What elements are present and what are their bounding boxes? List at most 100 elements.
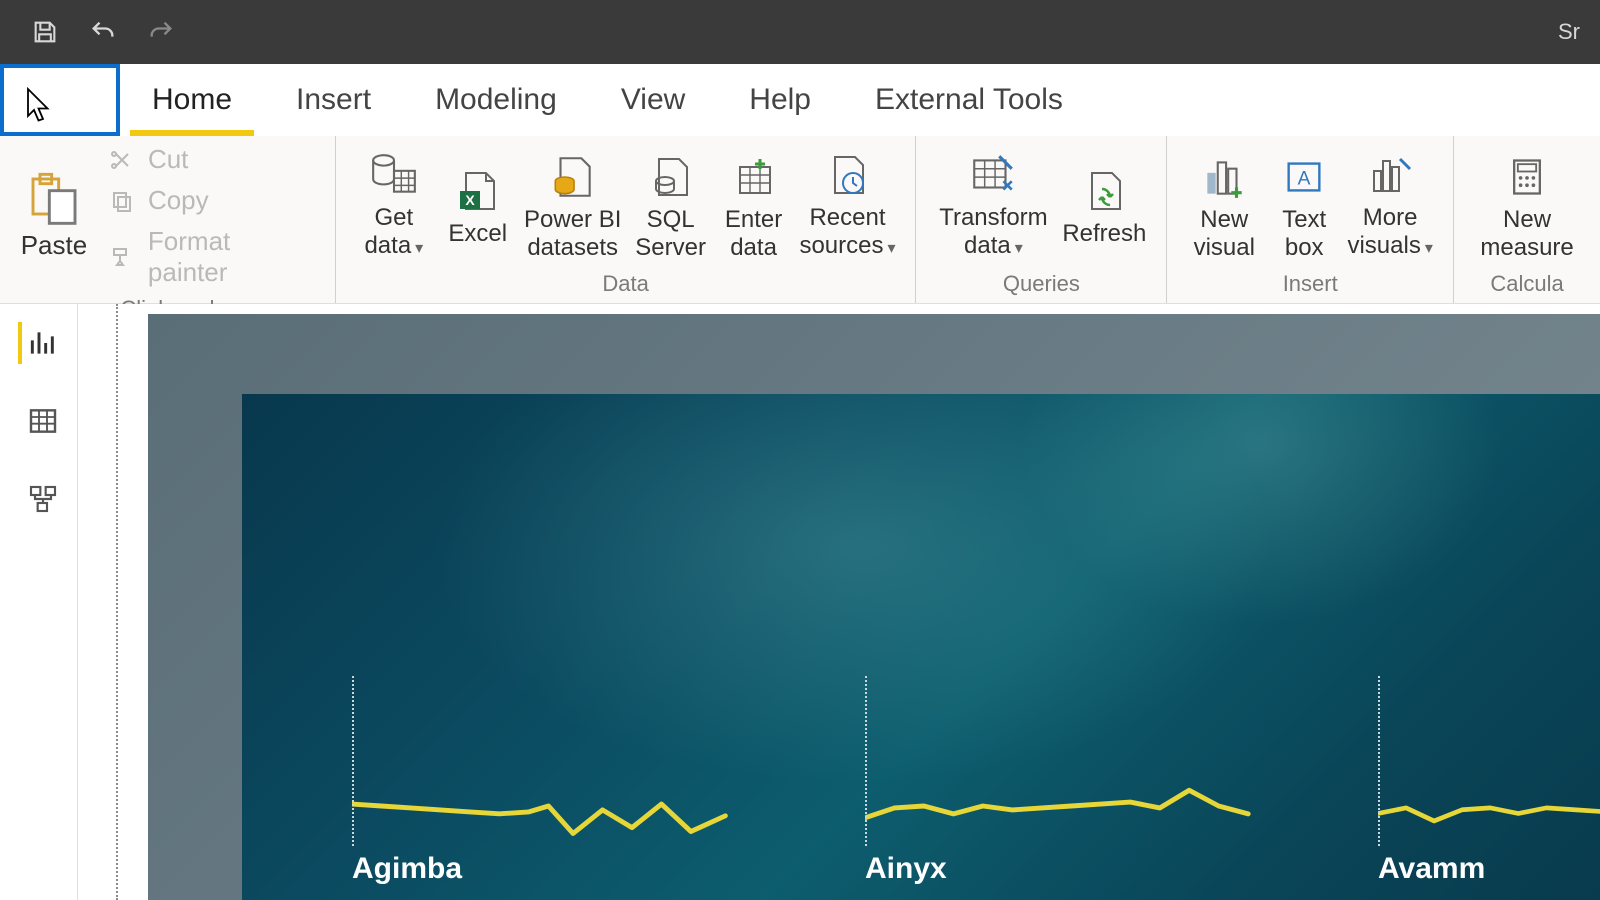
refresh-button[interactable]: Refresh — [1060, 160, 1148, 248]
cut-icon — [108, 146, 136, 174]
cut-button[interactable]: Cut — [108, 144, 317, 175]
tab-view[interactable]: View — [589, 64, 717, 136]
gridline-icon — [352, 676, 354, 846]
excel-icon: X — [454, 166, 502, 216]
tab-label: Home — [152, 83, 232, 117]
more-visuals-icon — [1366, 150, 1414, 200]
ribbon: Paste Cut Copy Format painter Clipboard — [0, 136, 1600, 304]
titlebar-right-text: Sr — [1558, 19, 1580, 45]
group-label: Data — [336, 271, 916, 303]
data-view-icon — [27, 405, 59, 437]
save-icon — [31, 18, 59, 46]
group-label: Queries — [916, 271, 1166, 303]
redo-button[interactable] — [136, 12, 186, 52]
tab-label: Help — [749, 83, 811, 117]
btn-label: Excel — [448, 220, 507, 248]
workspace: Agimba Ainyx Avamm — [0, 304, 1600, 900]
refresh-icon — [1080, 166, 1128, 216]
svg-text:X: X — [465, 192, 475, 208]
ruler-guide — [116, 304, 118, 900]
sparkline-avamm[interactable]: Avamm — [1378, 766, 1600, 886]
group-calculations: New measure Calcula — [1454, 136, 1600, 303]
text-box-button[interactable]: A Text box — [1271, 146, 1337, 262]
format-painter-label: Format painter — [148, 226, 317, 288]
transform-icon — [967, 150, 1019, 200]
group-label: Calcula — [1454, 271, 1600, 303]
sparkline-label: Avamm — [1378, 852, 1600, 886]
tab-modeling[interactable]: Modeling — [403, 64, 589, 136]
save-button[interactable] — [20, 12, 70, 52]
btn-label: Recent sources — [799, 204, 885, 259]
tab-insert[interactable]: Insert — [264, 64, 403, 136]
report-view-icon — [27, 327, 59, 359]
tab-external-tools[interactable]: External Tools — [843, 64, 1095, 136]
file-tab[interactable] — [0, 64, 120, 136]
copy-button[interactable]: Copy — [108, 185, 317, 216]
report-canvas-bg: Agimba Ainyx Avamm — [148, 314, 1600, 900]
cut-label: Cut — [148, 144, 188, 175]
btn-label: Transform data — [939, 204, 1047, 259]
paste-label: Paste — [21, 230, 88, 261]
tab-help[interactable]: Help — [717, 64, 843, 136]
report-view-button[interactable] — [18, 322, 60, 364]
view-switcher — [0, 304, 78, 900]
new-visual-button[interactable]: New visual — [1185, 146, 1263, 262]
tab-label: Insert — [296, 83, 371, 117]
svg-text:A: A — [1298, 168, 1311, 189]
btn-label: Get data — [364, 204, 413, 259]
paste-button[interactable]: Paste — [18, 172, 90, 261]
transform-data-button[interactable]: Transform data — [934, 144, 1052, 263]
database-grid-icon — [366, 150, 422, 200]
pbi-datasets-icon — [547, 152, 599, 202]
text-box-icon: A — [1280, 154, 1328, 200]
tab-home[interactable]: Home — [120, 64, 264, 136]
canvas-area[interactable]: Agimba Ainyx Avamm — [78, 304, 1600, 900]
pbi-datasets-button[interactable]: Power BI datasets — [522, 146, 624, 262]
format-painter-icon — [108, 243, 136, 271]
group-clipboard: Paste Cut Copy Format painter Clipboard — [0, 136, 336, 303]
ribbon-tabs: Home Insert Modeling View Help External … — [0, 64, 1600, 136]
get-data-button[interactable]: Get data — [354, 144, 434, 263]
more-visuals-button[interactable]: More visuals — [1345, 144, 1435, 263]
btn-label: Enter data — [725, 206, 782, 262]
calculator-icon — [1505, 152, 1549, 202]
model-view-button[interactable] — [18, 478, 60, 520]
tab-label: External Tools — [875, 83, 1063, 117]
gridline-icon — [865, 676, 867, 846]
sql-icon — [647, 152, 695, 202]
sparkline-chart — [352, 766, 745, 846]
enter-data-icon — [730, 152, 778, 202]
tab-label: Modeling — [435, 83, 557, 117]
btn-label: SQL Server — [635, 206, 706, 262]
sparkline-label: Ainyx — [865, 852, 1258, 886]
sparkline-chart — [1378, 766, 1600, 846]
gridline-icon — [1378, 676, 1380, 846]
btn-label: New measure — [1480, 206, 1573, 262]
format-painter-button[interactable]: Format painter — [108, 226, 317, 288]
btn-label: Power BI datasets — [524, 206, 621, 262]
group-insert: New visual A Text box More visuals Inser… — [1167, 136, 1454, 303]
copy-icon — [108, 187, 136, 215]
btn-label: Text box — [1282, 206, 1326, 262]
recent-sources-button[interactable]: Recent sources — [798, 144, 898, 263]
report-page[interactable]: Agimba Ainyx Avamm — [242, 394, 1600, 900]
enter-data-button[interactable]: Enter data — [718, 146, 790, 262]
new-visual-icon — [1198, 152, 1250, 202]
sparklines-row: Agimba Ainyx Avamm — [352, 766, 1600, 886]
btn-label: New visual — [1194, 206, 1255, 262]
sparkline-agimba[interactable]: Agimba — [352, 766, 745, 886]
excel-button[interactable]: X Excel — [442, 160, 514, 248]
cursor-icon — [22, 86, 58, 122]
new-measure-button[interactable]: New measure — [1472, 146, 1582, 262]
redo-icon — [147, 18, 175, 46]
group-queries: Transform data Refresh Queries — [916, 136, 1167, 303]
sparkline-ainyx[interactable]: Ainyx — [865, 766, 1258, 886]
copy-label: Copy — [148, 185, 209, 216]
sql-server-button[interactable]: SQL Server — [632, 146, 710, 262]
data-view-button[interactable] — [18, 400, 60, 442]
undo-icon — [89, 18, 117, 46]
btn-label: More visuals — [1347, 204, 1420, 259]
undo-button[interactable] — [78, 12, 128, 52]
btn-label: Refresh — [1062, 220, 1146, 248]
sparkline-chart — [865, 766, 1258, 846]
